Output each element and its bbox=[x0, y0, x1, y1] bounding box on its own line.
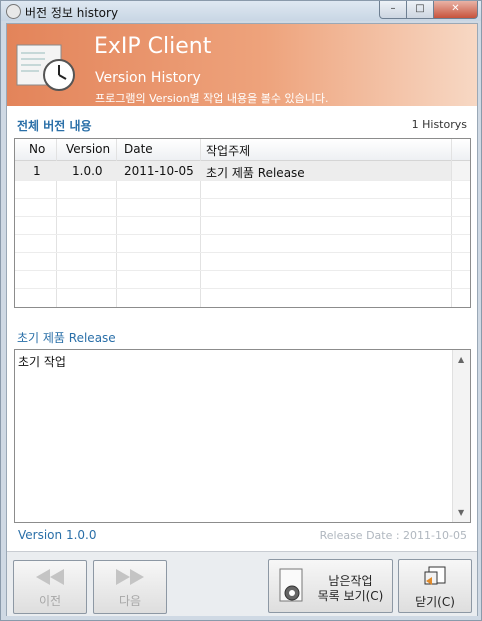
remaining-tasks-button[interactable]: 남은작업 목록 보기(C) bbox=[268, 559, 393, 613]
prev-button[interactable]: 이전 bbox=[13, 560, 87, 614]
column-header-date[interactable]: Date bbox=[124, 142, 153, 156]
title-bar[interactable]: 버전 정보 history – □ ✕ bbox=[1, 1, 481, 21]
history-window: 버전 정보 history – □ ✕ ExIP Client Version … bbox=[0, 0, 482, 621]
cell-subject: 초기 제품 Release bbox=[206, 166, 305, 180]
clock-icon bbox=[6, 4, 21, 19]
column-header-version[interactable]: Version bbox=[66, 142, 110, 156]
double-right-arrow-icon bbox=[116, 569, 144, 585]
row-divider bbox=[15, 270, 470, 271]
release-date-label: Release Date : 2011-10-05 bbox=[319, 529, 467, 542]
window-title: 버전 정보 history bbox=[25, 6, 119, 20]
minimize-button[interactable]: – bbox=[379, 1, 407, 19]
table-header: No Version Date 작업주제 bbox=[15, 139, 470, 161]
history-table[interactable]: No Version Date 작업주제 1 1.0.0 2011-10-05 … bbox=[14, 138, 471, 308]
double-left-arrow-icon bbox=[36, 569, 64, 585]
header-banner: ExIP Client Version History 프로그램의 Versio… bbox=[7, 24, 477, 106]
scroll-down-icon[interactable]: ▼ bbox=[458, 508, 464, 517]
scroll-up-icon[interactable]: ▲ bbox=[458, 355, 464, 364]
prev-button-label: 이전 bbox=[38, 594, 62, 608]
exit-window-icon bbox=[424, 566, 446, 585]
app-description: 프로그램의 Version별 작업 내용을 볼수 있습니다. bbox=[95, 92, 329, 105]
maximize-button[interactable]: □ bbox=[406, 1, 434, 19]
row-divider bbox=[15, 216, 470, 217]
client-area: ExIP Client Version History 프로그램의 Versio… bbox=[6, 23, 478, 616]
detail-body: 초기 작업 bbox=[18, 355, 66, 369]
row-divider bbox=[15, 198, 470, 199]
remaining-tasks-label-2: 목록 보기(C) bbox=[317, 589, 384, 603]
next-button-label: 다음 bbox=[118, 594, 142, 608]
version-label: Version 1.0.0 bbox=[18, 528, 97, 542]
close-button[interactable]: 닫기(C) bbox=[398, 559, 472, 613]
cell-version: 1.0.0 bbox=[72, 164, 103, 178]
next-button[interactable]: 다음 bbox=[93, 560, 167, 614]
history-section-title: 전체 버전 내용 bbox=[17, 119, 92, 133]
cell-date: 2011-10-05 bbox=[124, 164, 194, 178]
close-window-button[interactable]: ✕ bbox=[433, 1, 478, 19]
detail-title: 초기 제품 Release bbox=[17, 331, 116, 345]
close-button-label: 닫기(C) bbox=[415, 595, 455, 609]
app-title: ExIP Client bbox=[94, 34, 212, 59]
button-bar: 이전 다음 남은작업 목록 보기(C) 닫기(C) bbox=[7, 551, 477, 616]
task-list-icon bbox=[279, 568, 303, 602]
detail-textbox[interactable]: 초기 작업 ▲ ▼ bbox=[14, 349, 471, 523]
table-header-corner bbox=[451, 161, 470, 180]
app-subtitle: Version History bbox=[95, 70, 201, 86]
column-header-no[interactable]: No bbox=[29, 142, 45, 156]
row-divider bbox=[15, 252, 470, 253]
detail-scrollbar[interactable]: ▲ ▼ bbox=[452, 350, 470, 522]
history-count: 1 Historys bbox=[411, 118, 467, 131]
document-clock-icon bbox=[16, 44, 75, 91]
cell-no: 1 bbox=[33, 164, 41, 178]
row-divider bbox=[15, 288, 470, 289]
row-divider bbox=[15, 234, 470, 235]
column-header-subject[interactable]: 작업주제 bbox=[206, 142, 250, 159]
